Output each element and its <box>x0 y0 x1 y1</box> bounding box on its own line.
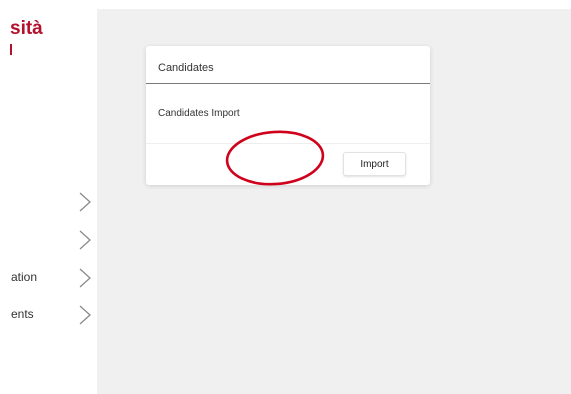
candidates-import-label: Candidates Import <box>158 108 240 119</box>
sidebar-item-2[interactable] <box>0 226 97 254</box>
modal-title: Candidates <box>158 62 214 74</box>
brand-logo-mark <box>10 44 12 55</box>
sidebar-item-label: ation <box>11 270 38 284</box>
sidebar-item-4[interactable]: ents <box>0 301 97 329</box>
modal-header: Candidates <box>146 46 430 84</box>
sidebar-item-3[interactable]: ation <box>0 264 97 292</box>
chevron-right-icon <box>78 267 92 289</box>
sidebar-item-1[interactable] <box>0 188 97 216</box>
chevron-right-icon <box>78 304 92 326</box>
candidates-modal: Candidates Candidates Import Import <box>146 46 430 185</box>
sidebar-item-label: ents <box>11 307 34 321</box>
sidebar: sità ation ents <box>0 0 97 394</box>
import-button[interactable]: Import <box>343 152 406 176</box>
chevron-right-icon <box>78 229 92 251</box>
modal-body: Candidates Import <box>146 84 430 144</box>
main-content: Candidates Candidates Import Import <box>97 9 571 394</box>
brand-logo-text: sità <box>10 18 43 39</box>
chevron-right-icon <box>78 191 92 213</box>
